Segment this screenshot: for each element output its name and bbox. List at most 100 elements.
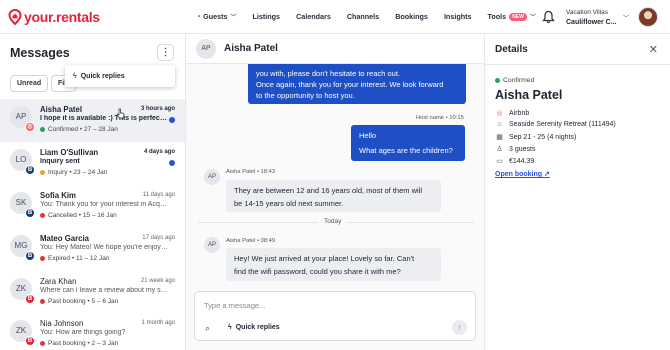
conversation-preview: I hope it is available :) This is perfec… — [40, 115, 168, 122]
chevron-down-icon: ﹀ — [230, 15, 237, 21]
more-options-button[interactable]: ⋮ — [157, 44, 174, 61]
conversation-time: 1 month ago — [141, 320, 175, 326]
nav-guests[interactable]: • Guests ﹀ — [198, 12, 237, 21]
status-label: Expired — [48, 255, 71, 262]
quick-replies-button[interactable]: ϟ Quick replies — [228, 324, 280, 331]
conversation-status: Cancelled • 15 – 16 Jan — [40, 212, 117, 219]
user-avatar[interactable] — [638, 7, 658, 27]
filter-unread-button[interactable]: Unread — [10, 75, 49, 92]
nav-label: Tools — [487, 12, 507, 21]
conversation-preview: Where can I leave a review about my stay… — [40, 287, 168, 294]
messages-panel: Messages ⋮ Unread Filt ϟ Quick replies A… — [0, 34, 186, 350]
attach-paperclip-icon[interactable]: ⌕ — [205, 323, 210, 334]
conversation-guest-name: Mateo Garcia — [40, 234, 89, 243]
message-line: Hey! We just arrived at your place! Love… — [234, 254, 415, 263]
stay-dates: 11 – 12 Jan — [75, 255, 110, 262]
conversation-time: 21 week ago — [140, 278, 175, 284]
status-dot — [40, 127, 45, 132]
lightning-icon: ϟ — [73, 72, 77, 80]
status-label: Cancelled — [48, 212, 77, 219]
brand-logo[interactable]: your.rentals — [8, 9, 100, 25]
account-switcher[interactable]: Vacation Villas Cauliflower C... — [566, 8, 617, 28]
nav-label: Insights — [443, 12, 472, 21]
conversation-row[interactable]: LO B Liam O'Sullivan 4 days ago Inquiry sent… — [0, 142, 185, 185]
details-guest-name: Aisha Patel — [495, 88, 563, 102]
host-message-bubble: you with, please don't hesitate to reach… — [248, 64, 466, 104]
sender-name: Aisha Patel — [226, 169, 256, 175]
message-line: be 14-15 years old next summer. — [234, 199, 344, 208]
unread-indicator — [169, 160, 175, 166]
nav-bookings[interactable]: Bookings — [395, 12, 428, 21]
stay-dates: 15 – 16 Jan — [82, 212, 117, 219]
guest-avatar: AP — [204, 237, 220, 253]
chevron-down-icon[interactable]: ﹀ — [623, 13, 629, 22]
sender-name: Aisha Patel — [226, 238, 256, 244]
brand-name: your.rentals — [24, 9, 100, 25]
status-dot — [495, 78, 500, 83]
nav-calendars[interactable]: Calendars — [296, 12, 331, 21]
quick-replies-menu-item[interactable]: ϟ Quick replies — [65, 65, 175, 87]
detail-text: Seaside Serenity Retreat (111494) — [509, 121, 616, 128]
nav-label: Channels — [346, 12, 380, 21]
message-time: 08:49 — [260, 238, 276, 244]
close-icon[interactable]: ✕ — [649, 43, 658, 56]
conversation-guest-name: Zara Khan — [40, 277, 77, 286]
chat-panel: AP Aisha Patel you with, please don't he… — [186, 34, 484, 350]
nav-tools[interactable]: Tools NEW ﹀ — [488, 12, 536, 21]
detail-text: €144.39 — [509, 157, 535, 165]
chevron-down-icon: ﹀ — [529, 15, 536, 21]
status-label: Confirmed — [48, 126, 78, 133]
money-icon: ▭ — [496, 158, 503, 165]
conversation-row[interactable]: SK B Sofia Kim 11 days ago You: Thank you fo… — [0, 185, 185, 228]
channel-badge-icon: B — [25, 251, 35, 261]
booking-status-label: Confirmed — [503, 77, 535, 84]
message-line: find the wifi password, could you share … — [234, 267, 401, 276]
lightning-icon: ϟ — [228, 324, 232, 331]
message-input[interactable]: Type a message... — [204, 301, 265, 310]
send-arrow-icon[interactable]: ↑ — [452, 320, 467, 335]
status-label: Past booking — [48, 298, 86, 305]
booking-status: Confirmed — [495, 77, 534, 84]
open-booking-link[interactable]: Open booking ↗ — [495, 170, 550, 178]
conversation-guest-name: Nia Johnson — [40, 319, 84, 328]
status-dot — [40, 341, 45, 346]
channel-badge-icon: ◎ — [25, 122, 35, 132]
nav-insights[interactable]: Insights — [444, 12, 472, 21]
conversation-time: 17 days ago — [142, 235, 175, 241]
details-panel: Details ✕ Confirmed Aisha Patel ◎ Airbnb … — [484, 34, 670, 350]
conversation-row[interactable]: MG B Mateo Garcia 17 days ago You: Hey Mateo… — [0, 228, 185, 271]
stay-dates: 5 – 6 Jan — [91, 298, 119, 305]
conversation-time: 4 days ago — [143, 149, 175, 155]
channel-badge-icon: B — [25, 208, 35, 218]
conversation-time: 3 hours ago — [140, 106, 175, 112]
message-line: What ages are the children? — [359, 146, 453, 155]
message-line: you with, please don't hesitate to reach… — [256, 69, 401, 78]
stay-dates: 23 – 24 Jan — [73, 169, 108, 176]
message-time: 18:43 — [260, 169, 276, 175]
home-icon: ⌂ — [497, 121, 502, 128]
nav-channels[interactable]: Channels — [347, 12, 379, 21]
chat-guest-name: Aisha Patel — [224, 43, 278, 54]
open-booking-label: Open booking — [495, 171, 543, 178]
message-line: They are between 12 and 16 years old, mo… — [234, 186, 423, 195]
conversation-preview: You: Thank you for your interest in Acqu… — [40, 201, 168, 208]
stay-dates: 2 – 3 Jan — [91, 340, 119, 347]
notifications-bell-icon[interactable] — [542, 10, 555, 24]
conversation-row[interactable]: ZK B Nia Johnson 1 month ago You: How are th… — [0, 313, 185, 350]
nav-listings[interactable]: Listings — [253, 12, 281, 21]
conversation-preview: You: How are things going? — [40, 329, 126, 336]
detail-row-price: ▭ €144.39 — [495, 157, 535, 166]
unread-indicator — [169, 117, 175, 123]
channel-badge-icon: B — [25, 294, 35, 304]
status-dot — [40, 213, 45, 218]
new-badge: NEW — [509, 12, 527, 21]
conversation-row[interactable]: ZK B Zara Khan 21 week ago Where can I leave… — [0, 271, 185, 314]
status-label: Past booking — [48, 340, 86, 347]
chat-header: AP Aisha Patel — [186, 34, 484, 64]
guest-avatar: AP — [196, 39, 216, 59]
guest-message-bubble: They are between 12 and 16 years old, mo… — [226, 180, 441, 212]
status-dot — [40, 256, 45, 261]
conversation-row[interactable]: AP ◎ Aisha Patel 3 hours ago I hope it is av… — [0, 99, 185, 142]
nav-label: Guests — [203, 12, 228, 21]
status-dot — [40, 170, 45, 175]
